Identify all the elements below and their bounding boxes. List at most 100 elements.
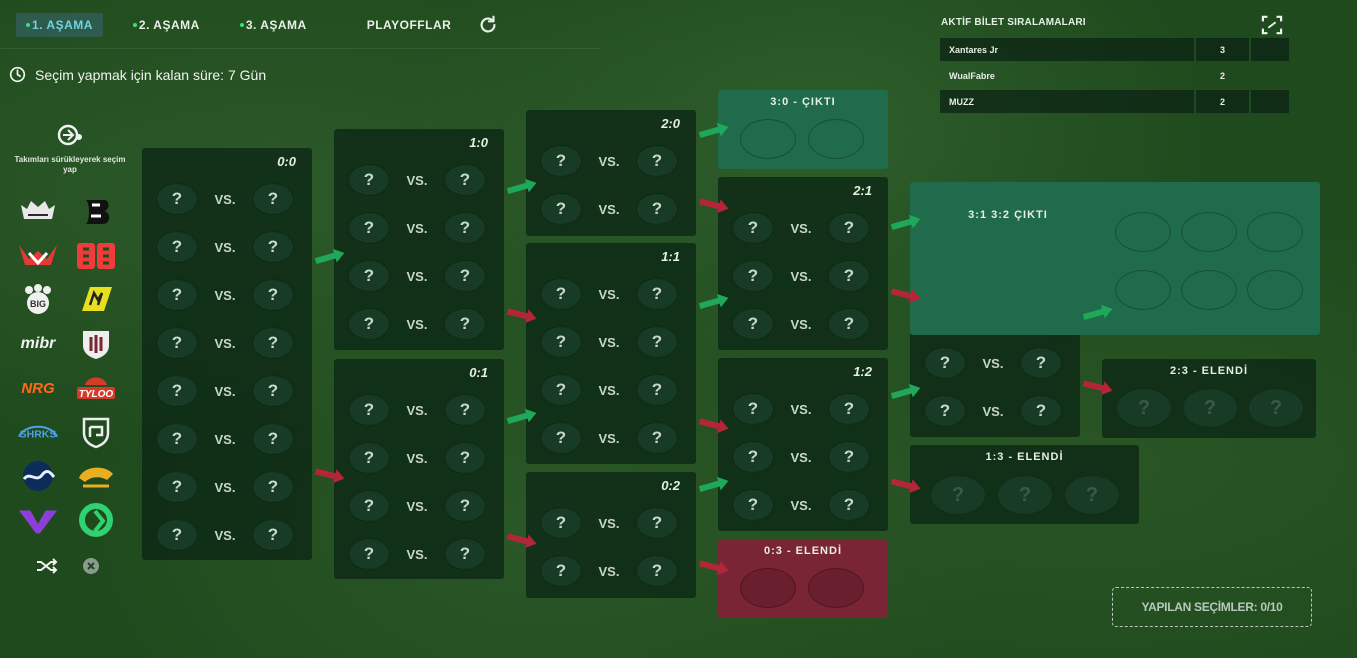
team-slot[interactable]: ? [540, 326, 582, 358]
team-slot[interactable]: ? [252, 231, 294, 263]
team-bb[interactable] [75, 239, 117, 273]
team-slot[interactable]: ? [540, 507, 582, 539]
team-slot[interactable]: ? [828, 393, 870, 425]
team-slot[interactable]: ? [156, 183, 198, 215]
team-slot[interactable]: ? [444, 442, 486, 474]
tab-stage-3[interactable]: 3. AŞAMA [230, 13, 317, 37]
team-slot[interactable]: ? [444, 260, 486, 292]
tab-playoffs[interactable]: PLAYOFFLAR [357, 13, 462, 37]
team-slot[interactable]: ? [540, 555, 582, 587]
result-slot[interactable]: ? [930, 475, 986, 515]
team-slot[interactable]: ? [444, 490, 486, 522]
team-slot[interactable]: ? [828, 441, 870, 473]
team-wildcard[interactable] [17, 503, 59, 537]
result-slot[interactable]: ? [1116, 388, 1172, 428]
team-slot[interactable]: ? [924, 395, 966, 427]
team-b8[interactable] [75, 195, 117, 229]
team-slot[interactable]: ? [828, 489, 870, 521]
refresh-icon[interactable] [477, 14, 499, 36]
result-slot[interactable]: ? [1182, 388, 1238, 428]
team-slot[interactable]: ? [444, 538, 486, 570]
result-slot[interactable]: ? [997, 475, 1053, 515]
team-slot[interactable]: ? [444, 212, 486, 244]
team-slot[interactable]: ? [732, 441, 774, 473]
team-slot[interactable]: ? [156, 231, 198, 263]
team-slot[interactable]: ? [348, 308, 390, 340]
team-slot[interactable]: ? [252, 471, 294, 503]
tab-stage-2[interactable]: 2. AŞAMA [123, 13, 210, 37]
team-slot[interactable]: ? [348, 538, 390, 570]
team-slot[interactable]: ? [540, 145, 582, 177]
team-slot[interactable]: ? [732, 489, 774, 521]
result-slot[interactable] [1181, 212, 1237, 252]
team-slot[interactable]: ? [252, 423, 294, 455]
team-slot[interactable]: ? [636, 555, 678, 587]
team-slot[interactable]: ? [828, 260, 870, 292]
team-slot[interactable]: ? [636, 193, 678, 225]
team-heroic[interactable] [17, 239, 59, 273]
team-tyloo[interactable]: TYLOO [75, 371, 117, 405]
team-slot[interactable]: ? [732, 308, 774, 340]
team-slot[interactable]: ? [540, 193, 582, 225]
team-slot[interactable]: ? [636, 278, 678, 310]
team-slot[interactable]: ? [636, 422, 678, 454]
team-liquid[interactable] [17, 459, 59, 493]
team-slot[interactable]: ? [924, 347, 966, 379]
result-slot[interactable] [1247, 270, 1303, 310]
result-slot[interactable] [740, 119, 796, 159]
team-slot[interactable]: ? [540, 422, 582, 454]
result-slot[interactable] [740, 568, 796, 608]
team-slot[interactable]: ? [1020, 347, 1062, 379]
team-slot[interactable]: ? [156, 519, 198, 551]
result-slot[interactable] [1115, 270, 1171, 310]
team-slot[interactable]: ? [732, 260, 774, 292]
picks-made-button[interactable]: YAPILAN SEÇİMLER: 0/10 [1112, 587, 1312, 627]
team-slot[interactable]: ? [636, 507, 678, 539]
fullscreen-icon[interactable] [1261, 15, 1283, 35]
team-slot[interactable]: ? [636, 326, 678, 358]
team-slot[interactable]: ? [348, 394, 390, 426]
team-slot[interactable]: ? [348, 164, 390, 196]
team-lynn-vision[interactable] [75, 459, 117, 493]
result-slot[interactable]: ? [1064, 475, 1120, 515]
team-slot[interactable]: ? [348, 490, 390, 522]
clear-icon[interactable] [79, 557, 103, 575]
team-slot[interactable]: ? [1020, 395, 1062, 427]
team-mibr[interactable]: mibr [17, 327, 59, 361]
team-slot[interactable]: ? [252, 279, 294, 311]
team-slot[interactable]: ? [828, 308, 870, 340]
team-slot[interactable]: ? [348, 212, 390, 244]
team-slot[interactable]: ? [156, 471, 198, 503]
team-slot[interactable]: ? [348, 260, 390, 292]
team-slot[interactable]: ? [156, 375, 198, 407]
result-slot[interactable]: ? [1248, 388, 1304, 428]
team-fluxo[interactable] [75, 503, 117, 537]
result-slot[interactable] [1247, 212, 1303, 252]
team-slot[interactable]: ? [348, 442, 390, 474]
team-slot[interactable]: ? [636, 374, 678, 406]
shuffle-icon[interactable] [35, 557, 59, 575]
team-imperial[interactable] [75, 327, 117, 361]
team-slot[interactable]: ? [444, 394, 486, 426]
team-slot[interactable]: ? [444, 308, 486, 340]
team-slot[interactable]: ? [156, 279, 198, 311]
team-slot[interactable]: ? [540, 374, 582, 406]
team-slot[interactable]: ? [732, 393, 774, 425]
team-slot[interactable]: ? [444, 164, 486, 196]
team-slot[interactable]: ? [252, 183, 294, 215]
result-slot[interactable] [808, 568, 864, 608]
result-slot[interactable] [1181, 270, 1237, 310]
team-slot[interactable]: ? [252, 327, 294, 359]
team-gamerlegion[interactable] [75, 415, 117, 449]
team-slot[interactable]: ? [156, 327, 198, 359]
team-ancient-heroes[interactable] [17, 195, 59, 229]
team-m80[interactable] [75, 283, 117, 317]
team-slot[interactable]: ? [828, 212, 870, 244]
team-slot[interactable]: ? [156, 423, 198, 455]
team-slot[interactable]: ? [252, 519, 294, 551]
team-slot[interactable]: ? [540, 278, 582, 310]
team-nrg[interactable]: NRG [17, 371, 59, 405]
team-slot[interactable]: ? [252, 375, 294, 407]
team-slot[interactable]: ? [732, 212, 774, 244]
result-slot[interactable] [808, 119, 864, 159]
